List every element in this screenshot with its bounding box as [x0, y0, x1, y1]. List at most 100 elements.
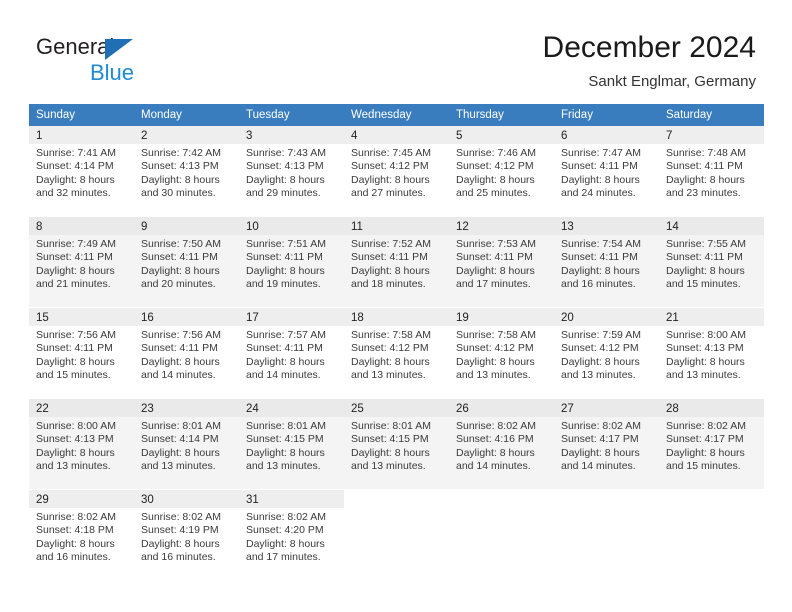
calendar-cell-empty [554, 489, 659, 581]
calendar-day-cell[interactable]: 8 Sunrise: 7:49 AM Sunset: 4:11 PM Daylight… [29, 216, 134, 308]
day-number: 20 [561, 312, 574, 324]
calendar-day-cell[interactable]: 30 Sunrise: 8:02 AM Sunset: 4:19 PM Dayligh… [134, 489, 239, 581]
calendar-day-cell[interactable]: 6 Sunrise: 7:47 AM Sunset: 4:11 PM Daylight… [554, 126, 659, 217]
daylight-text-line1: Daylight: 8 hours [246, 355, 325, 368]
daylight-text-line1: Daylight: 8 hours [246, 264, 325, 277]
day-number: 31 [246, 494, 259, 506]
sunset-text: Sunset: 4:11 PM [456, 251, 533, 264]
sunrise-text: Sunrise: 8:02 AM [141, 511, 221, 523]
page-header: General Blue December 2024 Sankt Englmar… [0, 0, 792, 100]
calendar-day-cell[interactable]: 10 Sunrise: 7:51 AM Sunset: 4:11 PM Dayligh… [239, 216, 344, 308]
daylight-text-line2: and 32 minutes. [36, 187, 111, 200]
day-number: 13 [561, 221, 574, 233]
calendar-day-cell[interactable]: 27 Sunrise: 8:02 AM Sunset: 4:17 PM Dayligh… [554, 398, 659, 490]
sunset-text: Sunset: 4:11 PM [666, 160, 743, 173]
calendar-day-cell[interactable]: 28 Sunrise: 8:02 AM Sunset: 4:17 PM Dayligh… [659, 398, 764, 490]
calendar-day-cell[interactable]: 19 Sunrise: 7:58 AM Sunset: 4:12 PM Dayligh… [449, 307, 554, 399]
daylight-text-line1: Daylight: 8 hours [141, 355, 220, 368]
sunset-text: Sunset: 4:11 PM [36, 342, 113, 355]
sunset-text: Sunset: 4:11 PM [141, 342, 218, 355]
calendar-day-cell[interactable]: 1 Sunrise: 7:41 AM Sunset: 4:14 PM Daylight… [29, 126, 134, 217]
calendar-day-cell[interactable]: 3 Sunrise: 7:43 AM Sunset: 4:13 PM Daylight… [239, 126, 344, 217]
sunrise-text: Sunrise: 7:46 AM [456, 147, 536, 159]
sunrise-text: Sunrise: 7:59 AM [561, 329, 641, 341]
day-sun-info: Sunrise: 7:47 AM Sunset: 4:11 PM Daylight:… [561, 147, 653, 201]
calendar-day-cell[interactable]: 29 Sunrise: 8:02 AM Sunset: 4:18 PM Dayligh… [29, 489, 134, 581]
day-number: 10 [246, 221, 259, 233]
calendar-day-cell[interactable]: 15 Sunrise: 7:56 AM Sunset: 4:11 PM Dayligh… [29, 307, 134, 399]
daylight-text-line2: and 19 minutes. [246, 278, 321, 291]
day-number: 14 [666, 221, 679, 233]
daylight-text-line2: and 29 minutes. [246, 187, 321, 200]
daylight-text-line2: and 13 minutes. [141, 460, 216, 473]
daylight-text-line2: and 25 minutes. [456, 187, 531, 200]
calendar-day-cell[interactable]: 13 Sunrise: 7:54 AM Sunset: 4:11 PM Dayligh… [554, 216, 659, 308]
daylight-text-line1: Daylight: 8 hours [36, 264, 115, 277]
day-number: 8 [36, 221, 43, 233]
daylight-text-line2: and 13 minutes. [561, 369, 636, 382]
calendar-day-cell[interactable]: 26 Sunrise: 8:02 AM Sunset: 4:16 PM Dayligh… [449, 398, 554, 490]
day-number: 2 [141, 130, 148, 142]
calendar-day-cell[interactable]: 2 Sunrise: 7:42 AM Sunset: 4:13 PM Daylight… [134, 126, 239, 217]
calendar-page: General Blue December 2024 Sankt Englmar… [0, 0, 792, 612]
day-number: 11 [351, 221, 363, 233]
daylight-text-line2: and 15 minutes. [666, 460, 741, 473]
sunrise-text: Sunrise: 8:02 AM [246, 511, 326, 523]
daylight-text-line1: Daylight: 8 hours [456, 264, 535, 277]
sunset-text: Sunset: 4:11 PM [666, 251, 743, 264]
calendar-week-row: 8 Sunrise: 7:49 AM Sunset: 4:11 PM Daylight… [29, 216, 764, 308]
sunset-text: Sunset: 4:11 PM [246, 342, 323, 355]
calendar-day-cell[interactable]: 4 Sunrise: 7:45 AM Sunset: 4:12 PM Daylight… [344, 126, 449, 217]
daylight-text-line1: Daylight: 8 hours [666, 355, 745, 368]
sunrise-text: Sunrise: 8:01 AM [141, 420, 221, 432]
day-sun-info: Sunrise: 7:50 AM Sunset: 4:11 PM Daylight:… [141, 238, 233, 292]
calendar-day-cell[interactable]: 12 Sunrise: 7:53 AM Sunset: 4:11 PM Dayligh… [449, 216, 554, 308]
sunrise-text: Sunrise: 7:55 AM [666, 238, 746, 250]
sunset-text: Sunset: 4:19 PM [141, 524, 219, 537]
daylight-text-line2: and 20 minutes. [141, 278, 216, 291]
weekday-header-thursday: Thursday [449, 104, 554, 126]
daylight-text-line2: and 16 minutes. [141, 551, 216, 564]
day-number: 5 [456, 130, 463, 142]
daylight-text-line2: and 13 minutes. [36, 460, 111, 473]
day-sun-info: Sunrise: 7:56 AM Sunset: 4:11 PM Daylight:… [36, 329, 128, 383]
daylight-text-line2: and 13 minutes. [351, 369, 426, 382]
daylight-text-line2: and 13 minutes. [351, 460, 426, 473]
calendar-day-cell[interactable]: 11 Sunrise: 7:52 AM Sunset: 4:11 PM Dayligh… [344, 216, 449, 308]
daylight-text-line1: Daylight: 8 hours [456, 446, 535, 459]
calendar-week-row: 29 Sunrise: 8:02 AM Sunset: 4:18 PM Dayligh… [29, 489, 764, 581]
calendar-day-cell[interactable]: 18 Sunrise: 7:58 AM Sunset: 4:12 PM Dayligh… [344, 307, 449, 399]
day-number: 22 [36, 403, 49, 415]
sunrise-text: Sunrise: 7:52 AM [351, 238, 431, 250]
calendar-day-cell[interactable]: 9 Sunrise: 7:50 AM Sunset: 4:11 PM Daylight… [134, 216, 239, 308]
day-sun-info: Sunrise: 7:48 AM Sunset: 4:11 PM Daylight:… [666, 147, 758, 201]
calendar-day-cell[interactable]: 22 Sunrise: 8:00 AM Sunset: 4:13 PM Dayligh… [29, 398, 134, 490]
calendar-day-cell[interactable]: 16 Sunrise: 7:56 AM Sunset: 4:11 PM Dayligh… [134, 307, 239, 399]
calendar-day-cell[interactable]: 5 Sunrise: 7:46 AM Sunset: 4:12 PM Daylight… [449, 126, 554, 217]
calendar-day-cell[interactable]: 14 Sunrise: 7:55 AM Sunset: 4:11 PM Dayligh… [659, 216, 764, 308]
calendar-day-cell[interactable]: 25 Sunrise: 8:01 AM Sunset: 4:15 PM Dayligh… [344, 398, 449, 490]
calendar-day-cell[interactable]: 20 Sunrise: 7:59 AM Sunset: 4:12 PM Dayligh… [554, 307, 659, 399]
sunrise-text: Sunrise: 7:49 AM [36, 238, 116, 250]
calendar-day-cell[interactable]: 23 Sunrise: 8:01 AM Sunset: 4:14 PM Dayligh… [134, 398, 239, 490]
sunrise-text: Sunrise: 8:00 AM [36, 420, 116, 432]
sunrise-text: Sunrise: 7:47 AM [561, 147, 641, 159]
calendar-day-cell[interactable]: 7 Sunrise: 7:48 AM Sunset: 4:11 PM Daylight… [659, 126, 764, 217]
calendar-day-cell[interactable]: 21 Sunrise: 8:00 AM Sunset: 4:13 PM Dayligh… [659, 307, 764, 399]
day-sun-info: Sunrise: 8:02 AM Sunset: 4:18 PM Daylight:… [36, 511, 128, 565]
weekday-header-monday: Monday [134, 104, 239, 126]
calendar-day-cell[interactable]: 24 Sunrise: 8:01 AM Sunset: 4:15 PM Dayligh… [239, 398, 344, 490]
daylight-text-line2: and 21 minutes. [36, 278, 111, 291]
calendar-weekday-header: Sunday Monday Tuesday Wednesday Thursday… [29, 104, 764, 126]
calendar-day-cell[interactable]: 17 Sunrise: 7:57 AM Sunset: 4:11 PM Dayligh… [239, 307, 344, 399]
sunrise-text: Sunrise: 8:02 AM [561, 420, 641, 432]
day-sun-info: Sunrise: 7:56 AM Sunset: 4:11 PM Daylight:… [141, 329, 233, 383]
general-blue-logo[interactable]: General Blue [36, 34, 216, 88]
page-title: December 2024 [542, 31, 756, 64]
calendar-cell-empty [449, 489, 554, 581]
day-number: 28 [666, 403, 679, 415]
sunrise-text: Sunrise: 8:01 AM [351, 420, 431, 432]
daylight-text-line1: Daylight: 8 hours [36, 355, 115, 368]
sunset-text: Sunset: 4:11 PM [561, 160, 638, 173]
calendar-day-cell[interactable]: 31 Sunrise: 8:02 AM Sunset: 4:20 PM Dayligh… [239, 489, 344, 581]
